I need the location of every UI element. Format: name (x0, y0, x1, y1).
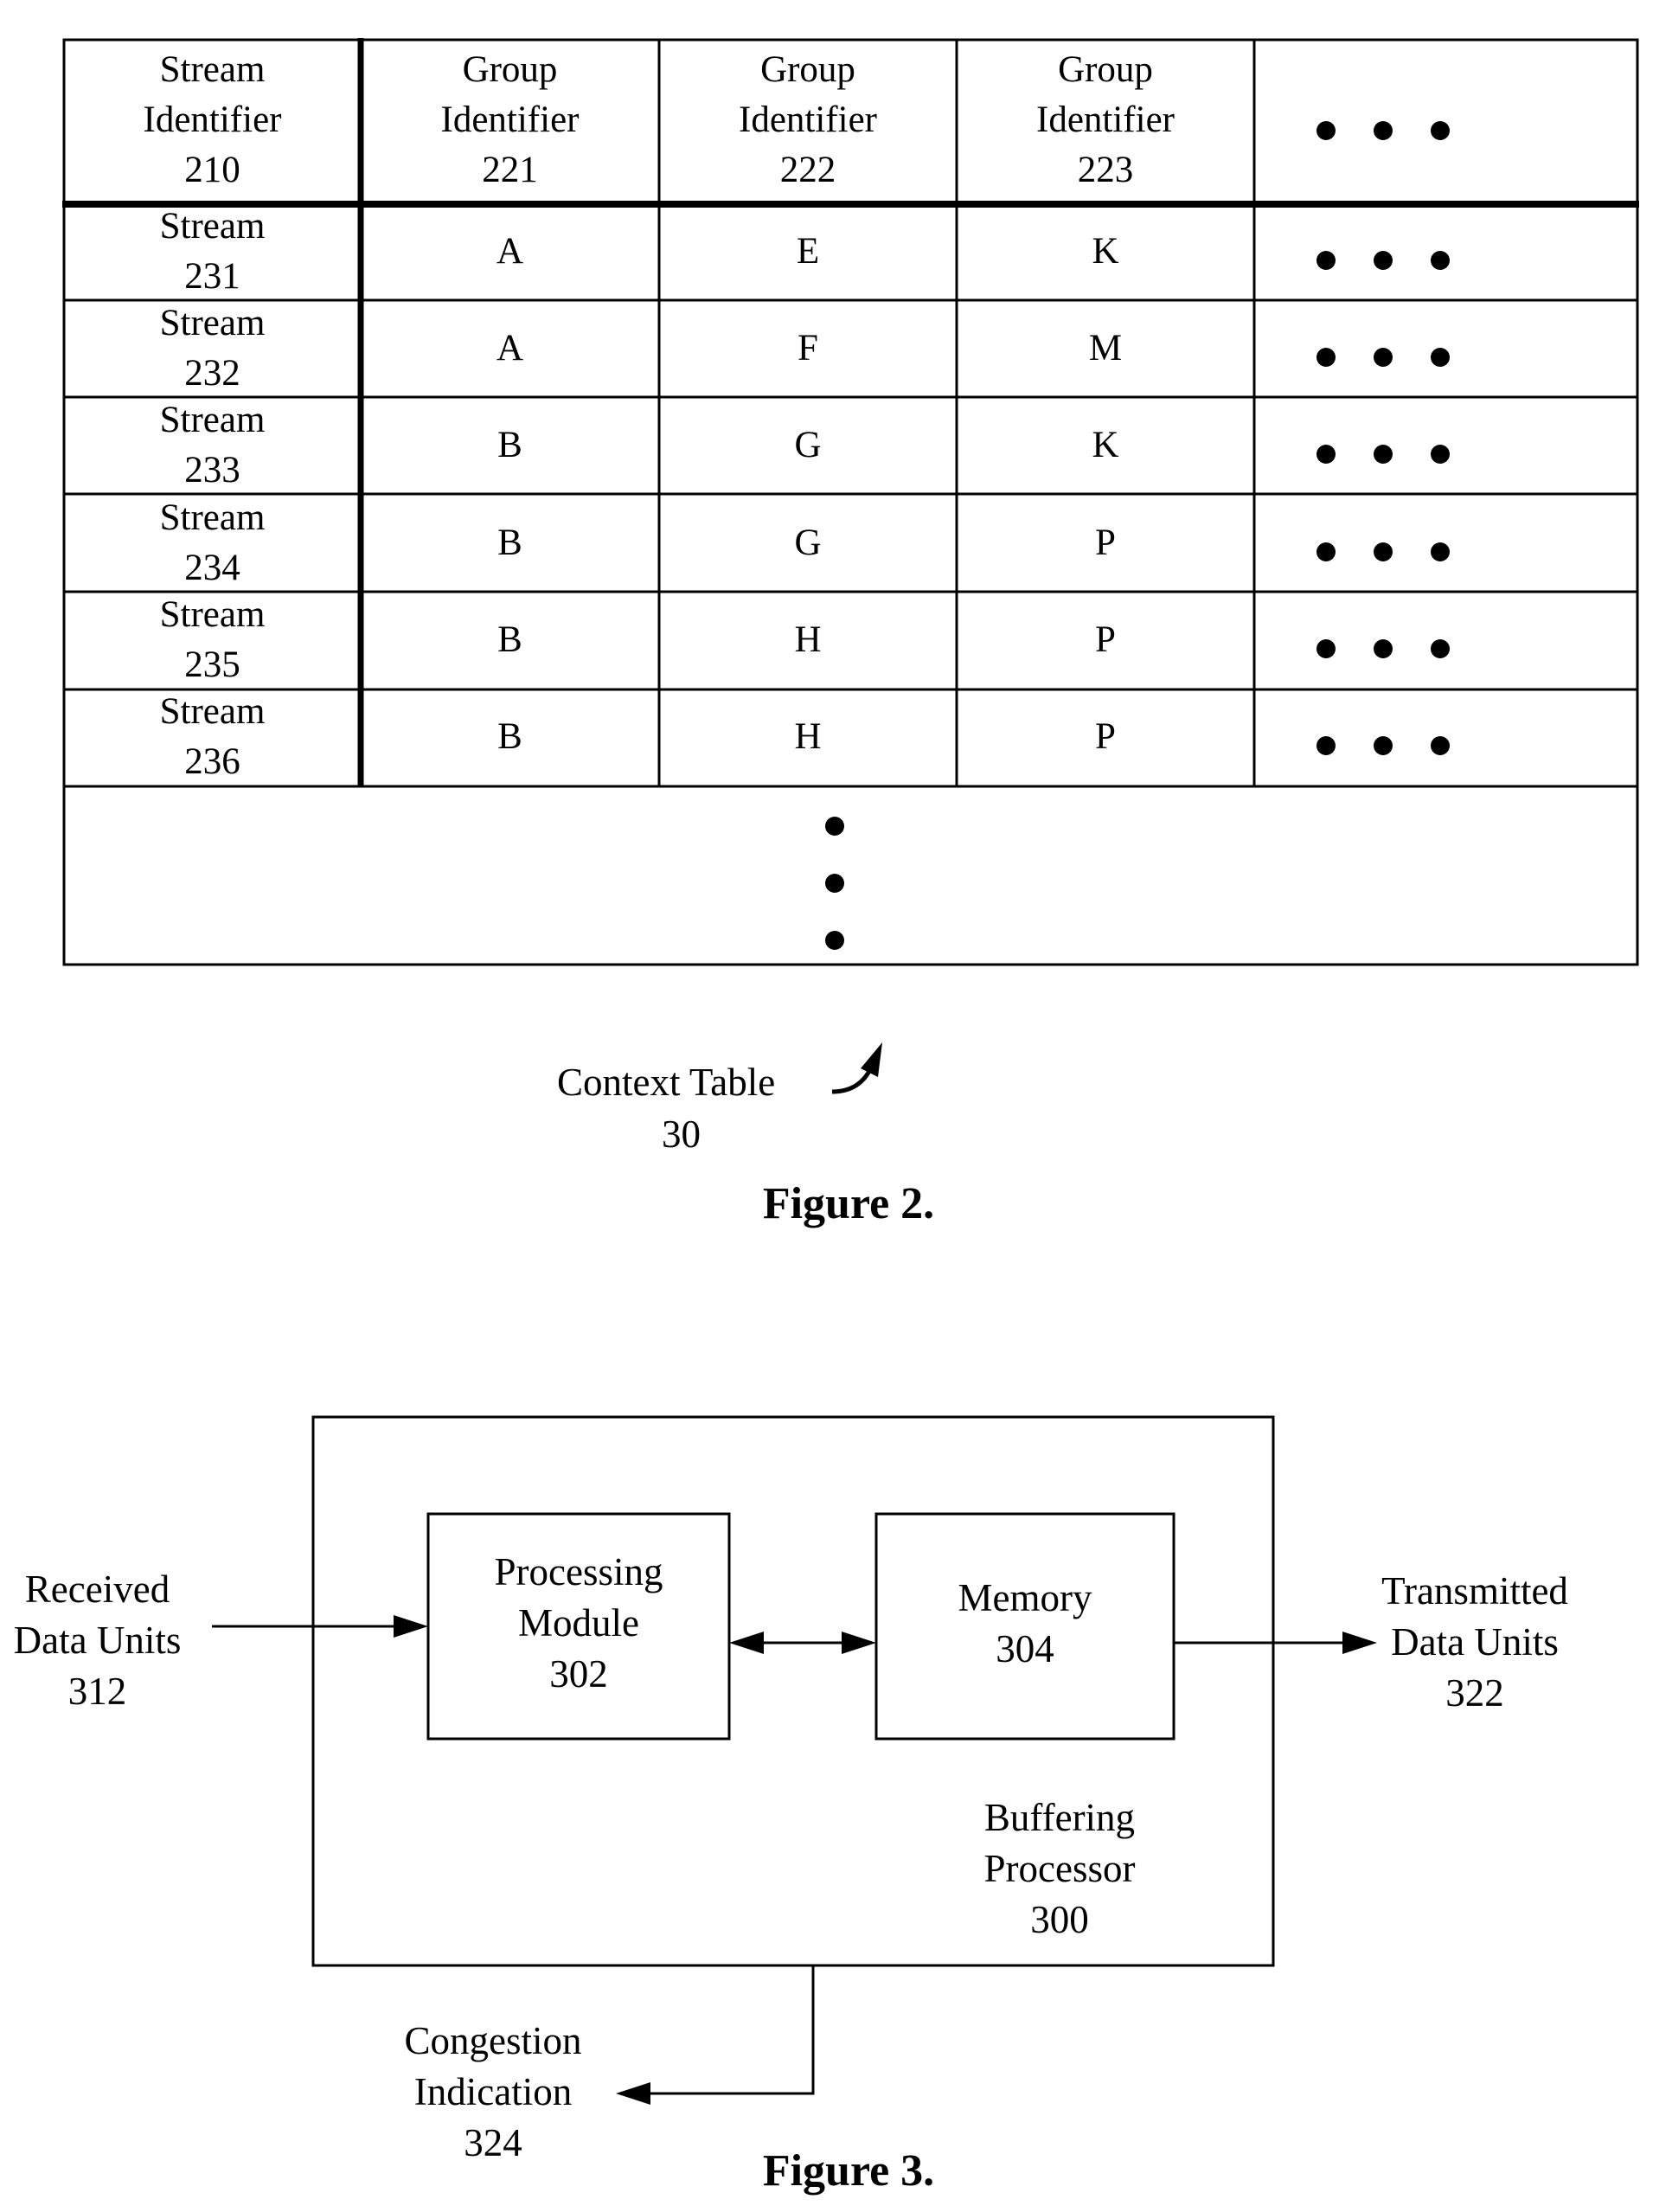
context-table-label: Context Table (557, 1061, 776, 1104)
table-row-stream-cell: Stream 235 (159, 594, 266, 685)
header-line: Stream (159, 49, 266, 90)
congestion-indication-label: Congestion Indication 324 (404, 2019, 582, 2164)
header-line: Group (462, 49, 558, 90)
congestion-arrow-line (640, 1965, 815, 2095)
vertical-ellipsis-icon (825, 817, 844, 950)
header-ref: 223 (1077, 150, 1134, 190)
bidirectional-arrowhead-right (842, 1632, 876, 1654)
memory-label: Memory 304 (958, 1576, 1092, 1670)
header-line: Identifier (440, 99, 580, 140)
processing-module-label: Processing Module 302 (494, 1550, 663, 1696)
header-group-identifier-221: Group Identifier 221 (361, 45, 659, 196)
table-row-stream-cell: Stream 231 (159, 206, 266, 297)
header-ref: 210 (184, 150, 240, 190)
header-line: Identifier (1036, 99, 1175, 140)
row-ellipsis-icon (1316, 251, 1450, 270)
row-ellipsis-icon (1316, 542, 1450, 561)
context-table-arrowhead (861, 1042, 882, 1077)
header-line: Group (760, 49, 855, 90)
row-ellipsis-icon (1316, 639, 1450, 658)
figure-2-caption: Figure 2. (762, 1179, 935, 1228)
table-cell-g223: M (1088, 328, 1123, 369)
figure-3-caption: Figure 3. (762, 2146, 935, 2196)
table-cell-g223: P (1095, 523, 1116, 563)
header-line: Identifier (143, 99, 282, 140)
table-cell-g221: A (496, 328, 524, 369)
header-ref: 221 (482, 150, 538, 190)
header-ellipsis-icon (1316, 121, 1450, 140)
header-group-identifier-222: Group Identifier 222 (659, 45, 957, 196)
received-arrowhead (394, 1615, 428, 1638)
table-cell-g222: G (794, 425, 822, 465)
bidirectional-arrowhead-left (729, 1632, 764, 1654)
received-data-units-label: Received Data Units 312 (13, 1568, 182, 1713)
transmitted-data-units-label: Transmitted Data Units 322 (1381, 1569, 1568, 1715)
table-row-stream-cell: Stream 234 (159, 497, 266, 588)
header-line: Identifier (739, 99, 877, 140)
table-row-stream-cell: Stream 236 (159, 691, 266, 782)
table-cell-g222: H (794, 619, 822, 660)
table-cell-g223: K (1092, 231, 1119, 272)
context-table-ref: 30 (662, 1112, 701, 1156)
header-stream-identifier: Stream Identifier 210 (64, 45, 361, 196)
table-cell-g221: B (497, 425, 522, 465)
header-line: Group (1058, 49, 1153, 90)
table-cell-g221: B (497, 619, 522, 660)
table-row-stream-cell: Stream 233 (159, 400, 266, 490)
table-cell-g222: H (794, 716, 822, 757)
table-cell-g223: P (1095, 619, 1116, 660)
header-group-identifier-223: Group Identifier 223 (957, 45, 1254, 196)
header-ref: 222 (779, 150, 836, 190)
buffering-processor-label: Buffering Processor 300 (983, 1796, 1136, 1941)
row-ellipsis-icon (1316, 445, 1450, 464)
table-cell-g222: F (798, 328, 818, 369)
table-cell-g221: B (497, 716, 522, 757)
row-ellipsis-icon (1316, 348, 1450, 367)
row-ellipsis-icon (1316, 736, 1450, 755)
table-row-stream-cell: Stream 232 (159, 303, 266, 394)
table-cell-g222: E (796, 231, 820, 272)
table-cell-g221: A (496, 231, 524, 272)
table-cell-g222: G (794, 523, 822, 563)
table-cell-g223: P (1095, 716, 1116, 757)
table-cell-g223: K (1092, 425, 1119, 465)
table-cell-g221: B (497, 523, 522, 563)
